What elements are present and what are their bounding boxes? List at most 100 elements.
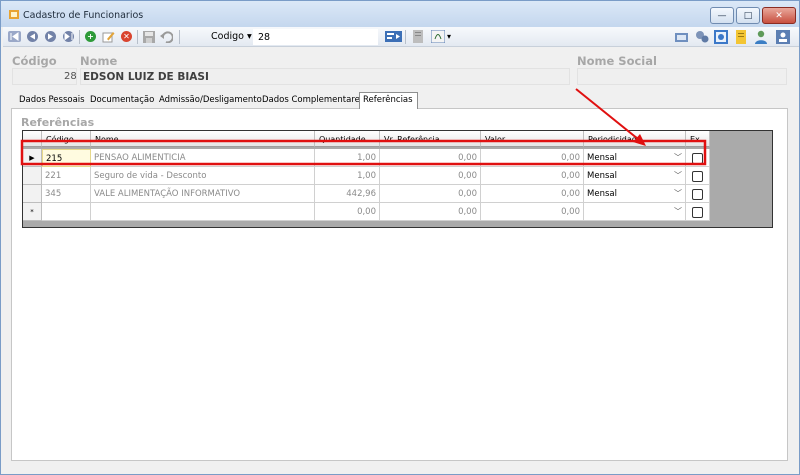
cell-nome[interactable] <box>91 203 315 221</box>
app-icon <box>9 10 19 19</box>
help-icon[interactable] <box>775 29 790 44</box>
periodicidade-value: Mensal <box>587 171 617 181</box>
cell-vr-referencia[interactable]: 0,00 <box>380 149 481 167</box>
cell-ex <box>686 203 710 221</box>
settings-icon[interactable] <box>694 29 709 44</box>
cell-quantidade[interactable]: 442,96 <box>315 185 380 203</box>
cell-quantidade[interactable]: 1,00 <box>315 149 380 167</box>
periodicidade-dropdown[interactable]: ﹀ <box>584 203 686 221</box>
search-input[interactable] <box>253 29 378 45</box>
column-header-codigo[interactable]: Código <box>42 131 91 147</box>
next-record-icon[interactable] <box>43 29 58 44</box>
cell-nome[interactable]: PENSAO ALIMENTICIA <box>91 149 315 167</box>
employee-code: 28 <box>64 71 77 82</box>
ex-checkbox[interactable] <box>692 189 703 200</box>
ex-checkbox[interactable] <box>692 207 703 218</box>
new-row-icon[interactable]: * <box>23 203 42 221</box>
chevron-down-icon: ﹀ <box>674 153 682 162</box>
toolbar-separator <box>179 30 180 44</box>
cell-quantidade[interactable]: 1,00 <box>315 167 380 185</box>
title-bar: Cadastro de Funcionarios — □ ✕ <box>1 1 799 27</box>
tab-admissao-desligamento[interactable]: Admissão/Desligamento <box>159 93 262 108</box>
report-dropdown[interactable]: ▾ <box>428 29 454 44</box>
nome-label: Nome <box>80 54 118 68</box>
toolbar-separator <box>405 30 406 44</box>
edit-icon[interactable] <box>101 29 116 44</box>
search-field-label: Codigo <box>211 31 244 42</box>
first-record-icon[interactable] <box>7 29 22 44</box>
nome-social-label: Nome Social <box>577 54 657 68</box>
cell-codigo[interactable]: 221 <box>42 167 91 185</box>
column-header-periodicidade[interactable]: Periodicidade <box>584 131 686 147</box>
cell-valor[interactable]: 0,00 <box>481 167 584 185</box>
save-icon[interactable] <box>141 29 156 44</box>
cell-nome[interactable]: Seguro de vida - Desconto <box>91 167 315 185</box>
ex-checkbox[interactable] <box>692 153 703 164</box>
codigo-label: Código <box>12 54 57 68</box>
cell-valor[interactable]: 0,00 <box>481 185 584 203</box>
cell-vr-referencia[interactable]: 0,00 <box>380 185 481 203</box>
column-header-valor[interactable]: Valor <box>481 131 584 147</box>
cell-valor[interactable]: 0,00 <box>481 149 584 167</box>
cell-codigo[interactable]: 215 <box>42 149 91 167</box>
search-field-dropdown[interactable]: Codigo ▾ <box>211 31 252 42</box>
nome-social-field[interactable] <box>577 68 787 85</box>
toolbar-separator <box>137 30 138 44</box>
tab-documentacao[interactable]: Documentação <box>90 93 154 108</box>
column-header-ex[interactable]: Ex <box>686 131 710 147</box>
grid-corner <box>23 131 42 147</box>
cell-ex <box>686 149 710 167</box>
chevron-down-icon: ▾ <box>247 31 252 42</box>
maximize-icon: □ <box>743 10 753 21</box>
cell-valor[interactable]: 0,00 <box>481 203 584 221</box>
toolbar: + ✕ Codigo ▾ ▾ <box>3 27 799 47</box>
chevron-down-icon: ﹀ <box>674 207 682 216</box>
cell-quantidade[interactable]: 0,00 <box>315 203 380 221</box>
periodicidade-value: Mensal <box>587 189 617 199</box>
row-header[interactable] <box>23 185 42 203</box>
tab-dados-complementares[interactable]: Dados Complementares <box>262 93 364 108</box>
cell-codigo[interactable] <box>42 203 91 221</box>
minimize-button[interactable]: — <box>710 7 734 24</box>
cell-codigo[interactable]: 345 <box>42 185 91 203</box>
cell-vr-referencia[interactable]: 0,00 <box>380 167 481 185</box>
row-selected-icon[interactable]: ▶ <box>23 149 42 167</box>
chevron-down-icon: ﹀ <box>674 189 682 198</box>
calculator-icon[interactable] <box>713 29 728 44</box>
cell-vr-referencia[interactable]: 0,00 <box>380 203 481 221</box>
periodicidade-dropdown[interactable]: Mensal ﹀ <box>584 149 686 167</box>
cell-ex <box>686 167 710 185</box>
main-window: Cadastro de Funcionarios — □ ✕ + ✕ Codig… <box>0 0 800 475</box>
employee-name: EDSON LUIZ DE BIASI <box>83 71 209 83</box>
bookmark-icon[interactable] <box>733 29 748 44</box>
group-title-referencias: Referências <box>21 116 95 129</box>
close-button[interactable]: ✕ <box>762 7 796 24</box>
tab-dados-pessoais[interactable]: Dados Pessoais <box>19 93 85 108</box>
periodicidade-dropdown[interactable]: Mensal ﹀ <box>584 185 686 203</box>
chevron-down-icon: ▾ <box>446 32 451 41</box>
cell-nome[interactable]: VALE ALIMENTAÇÃO INFORMATIVO <box>91 185 315 203</box>
ex-checkbox[interactable] <box>692 171 703 182</box>
add-icon[interactable]: + <box>83 29 98 44</box>
search-go-icon[interactable] <box>384 29 402 44</box>
referencias-grid: Código Nome Quantidade Vr. Referência Va… <box>22 130 773 228</box>
delete-icon[interactable]: ✕ <box>119 29 134 44</box>
column-header-vr-referencia[interactable]: Vr. Referência <box>380 131 481 147</box>
periodicidade-value: Mensal <box>587 153 617 163</box>
last-record-icon[interactable] <box>61 29 76 44</box>
maximize-button[interactable]: □ <box>736 7 760 24</box>
prev-record-icon[interactable] <box>25 29 40 44</box>
close-icon: ✕ <box>775 10 783 21</box>
user-icon[interactable] <box>753 29 768 44</box>
tab-referencias[interactable]: Referências <box>359 92 418 109</box>
print-icon[interactable] <box>410 29 425 44</box>
undo-icon[interactable] <box>159 29 174 44</box>
toolbar-separator <box>79 30 80 44</box>
link-icon[interactable] <box>675 29 690 44</box>
column-header-quantidade[interactable]: Quantidade <box>315 131 380 147</box>
periodicidade-dropdown[interactable]: Mensal ﹀ <box>584 167 686 185</box>
column-header-nome[interactable]: Nome <box>91 131 315 147</box>
cell-ex <box>686 185 710 203</box>
row-header[interactable] <box>23 167 42 185</box>
chevron-down-icon: ﹀ <box>674 171 682 180</box>
